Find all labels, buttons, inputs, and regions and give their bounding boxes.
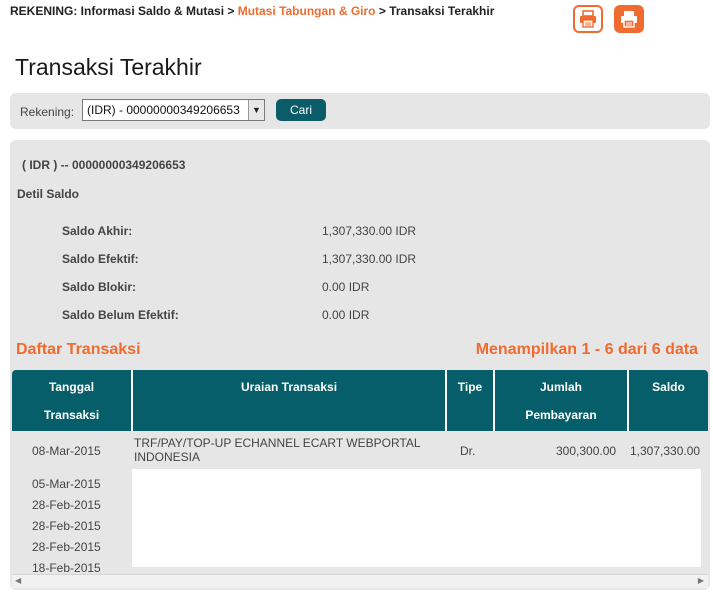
row-amount: 300,300.00	[556, 444, 617, 458]
account-filter-bar: Rekening: (IDR) - 00000000349206653 ▼ Ca…	[10, 93, 710, 129]
table-row-blank	[132, 469, 701, 567]
transaction-list-title: Daftar Transaksi	[16, 341, 141, 358]
column-header-label: Tipe	[457, 380, 483, 394]
balance-value: 1,307,330.00 IDR	[322, 252, 417, 266]
breadcrumb-current: Transaksi Terakhir	[389, 4, 495, 18]
scroll-right-icon[interactable]: ▶	[698, 576, 704, 585]
column-header-date[interactable]: Tanggal Transaksi	[12, 370, 131, 431]
breadcrumb-separator: >	[378, 4, 386, 18]
balance-detail-title: Detil Saldo	[17, 187, 80, 201]
balance-value: 1,307,330.00 IDR	[322, 224, 417, 238]
column-header-description[interactable]: Uraian Transaksi	[131, 370, 445, 431]
breadcrumb-section: REKENING: Informasi Saldo & Mutasi	[10, 4, 225, 18]
balance-label: Saldo Efektif:	[62, 252, 139, 266]
rekening-select-value: (IDR) - 00000000349206653	[87, 103, 240, 117]
chevron-down-icon[interactable]: ▼	[248, 100, 264, 120]
column-header-label: Saldo	[652, 380, 685, 394]
row-description: TRF/PAY/TOP-UP ECHANNEL ECART WEBPORTAL	[134, 436, 421, 450]
page-title: Transaksi Terakhir	[15, 54, 202, 80]
account-panel: ( IDR ) -- 00000000349206653 Detil Saldo…	[10, 140, 710, 590]
column-header-label: Jumlah	[539, 380, 582, 394]
breadcrumb: REKENING: Informasi Saldo & Mutasi > Mut…	[10, 4, 494, 18]
table-header: Tanggal Transaksi Uraian Transaksi Tipe …	[12, 370, 708, 431]
printer-icon	[621, 11, 637, 28]
horizontal-scrollbar[interactable]: ◀ ▶	[12, 574, 708, 588]
breadcrumb-link-mutasi[interactable]: Mutasi Tabungan & Giro	[238, 4, 376, 18]
row-type: Dr.	[460, 444, 476, 458]
print-preview-button[interactable]	[614, 5, 644, 33]
row-date[interactable]: 28-Feb-2015	[32, 519, 101, 533]
row-date[interactable]: 28-Feb-2015	[32, 540, 101, 554]
row-balance: 1,307,330.00	[630, 444, 701, 458]
column-header-label: Transaksi	[43, 408, 100, 422]
balance-value: 0.00 IDR	[322, 308, 370, 322]
row-date[interactable]: 28-Feb-2015	[32, 498, 101, 512]
column-header-label: Uraian Transaksi	[240, 380, 338, 394]
column-header-label: Tanggal	[48, 380, 95, 394]
balance-value: 0.00 IDR	[322, 280, 370, 294]
column-header-amount[interactable]: Jumlah Pembayaran	[493, 370, 627, 431]
column-header-label: Pembayaran	[525, 408, 597, 422]
print-button[interactable]	[573, 5, 603, 33]
row-date: 08-Mar-2015	[32, 444, 101, 458]
column-header-type[interactable]: Tipe	[445, 370, 493, 431]
table-row[interactable]: 08-Mar-2015 TRF/PAY/TOP-UP ECHANNEL ECAR…	[12, 431, 708, 469]
balance-label: Saldo Belum Efektif:	[62, 308, 179, 322]
balance-label: Saldo Akhir:	[62, 224, 133, 238]
balance-label: Saldo Blokir:	[62, 280, 137, 294]
row-description: INDONESIA	[134, 450, 201, 464]
rekening-label: Rekening:	[20, 105, 75, 119]
column-header-balance[interactable]: Saldo	[627, 370, 708, 431]
printer-icon	[580, 10, 596, 28]
scroll-left-icon[interactable]: ◀	[15, 576, 21, 585]
rekening-select[interactable]: (IDR) - 00000000349206653 ▼	[82, 99, 265, 121]
row-date[interactable]: 18-Feb-2015	[32, 561, 101, 575]
transaction-count: Menampilkan 1 - 6 dari 6 data	[475, 341, 698, 358]
breadcrumb-separator: >	[227, 4, 235, 18]
account-header: ( IDR ) -- 00000000349206653	[22, 158, 186, 172]
search-button[interactable]: Cari	[276, 99, 326, 121]
row-date[interactable]: 05-Mar-2015	[32, 477, 101, 491]
